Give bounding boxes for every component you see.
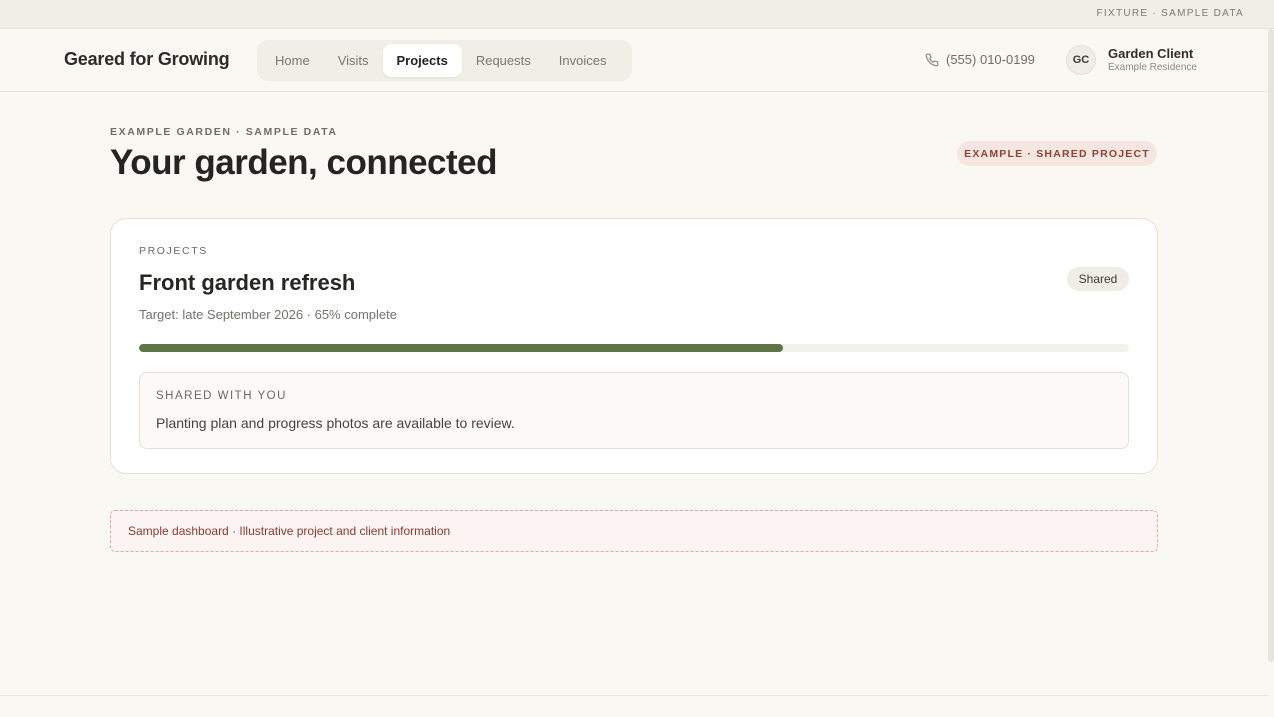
tab-invoices[interactable]: Invoices (545, 44, 621, 77)
user-subtitle: Example Residence (1108, 62, 1197, 73)
phone-number: (555) 010-0199 (946, 52, 1035, 67)
status-badge: Shared (1067, 267, 1129, 291)
tab-home[interactable]: Home (261, 44, 324, 77)
shared-panel-text: Planting plan and progress photos are av… (156, 415, 515, 431)
fixture-bar: FIXTURE · SAMPLE DATA (0, 0, 1274, 29)
avatar[interactable]: GC (1066, 45, 1096, 75)
progress-fill (139, 344, 783, 352)
scrollbar[interactable] (1268, 29, 1274, 662)
footer-divider (0, 695, 1268, 696)
fixture-label: FIXTURE · SAMPLE DATA (1096, 8, 1244, 19)
project-title[interactable]: Front garden refresh (139, 270, 355, 296)
nav-tabs: Home Visits Projects Requests Invoices (257, 40, 632, 81)
tab-requests[interactable]: Requests (462, 44, 545, 77)
project-card: PROJECTS Front garden refresh Shared Tar… (110, 218, 1158, 474)
card-section-label: PROJECTS (139, 245, 208, 257)
page-title: Your garden, connected (110, 143, 498, 182)
phone-link[interactable]: (555) 010-0199 (925, 52, 1035, 67)
tab-visits[interactable]: Visits (324, 44, 383, 77)
user-name: Garden Client (1108, 46, 1194, 61)
phone-icon (925, 53, 939, 66)
shared-project-badge: EXAMPLE · SHARED PROJECT (957, 141, 1157, 166)
tab-projects[interactable]: Projects (382, 44, 462, 77)
progress-bar (139, 344, 1129, 352)
project-meta: Target: late September 2026 · 65% comple… (139, 307, 397, 322)
top-navigation: Geared for Growing Home Visits Projects … (0, 29, 1274, 92)
shared-with-you-panel: SHARED WITH YOU Planting plan and progre… (139, 372, 1129, 449)
page-eyebrow: EXAMPLE GARDEN · SAMPLE DATA (110, 126, 338, 138)
sample-notice: Sample dashboard · Illustrative project … (110, 510, 1158, 552)
brand-name[interactable]: Geared for Growing (64, 49, 230, 70)
shared-panel-title: SHARED WITH YOU (156, 390, 287, 402)
